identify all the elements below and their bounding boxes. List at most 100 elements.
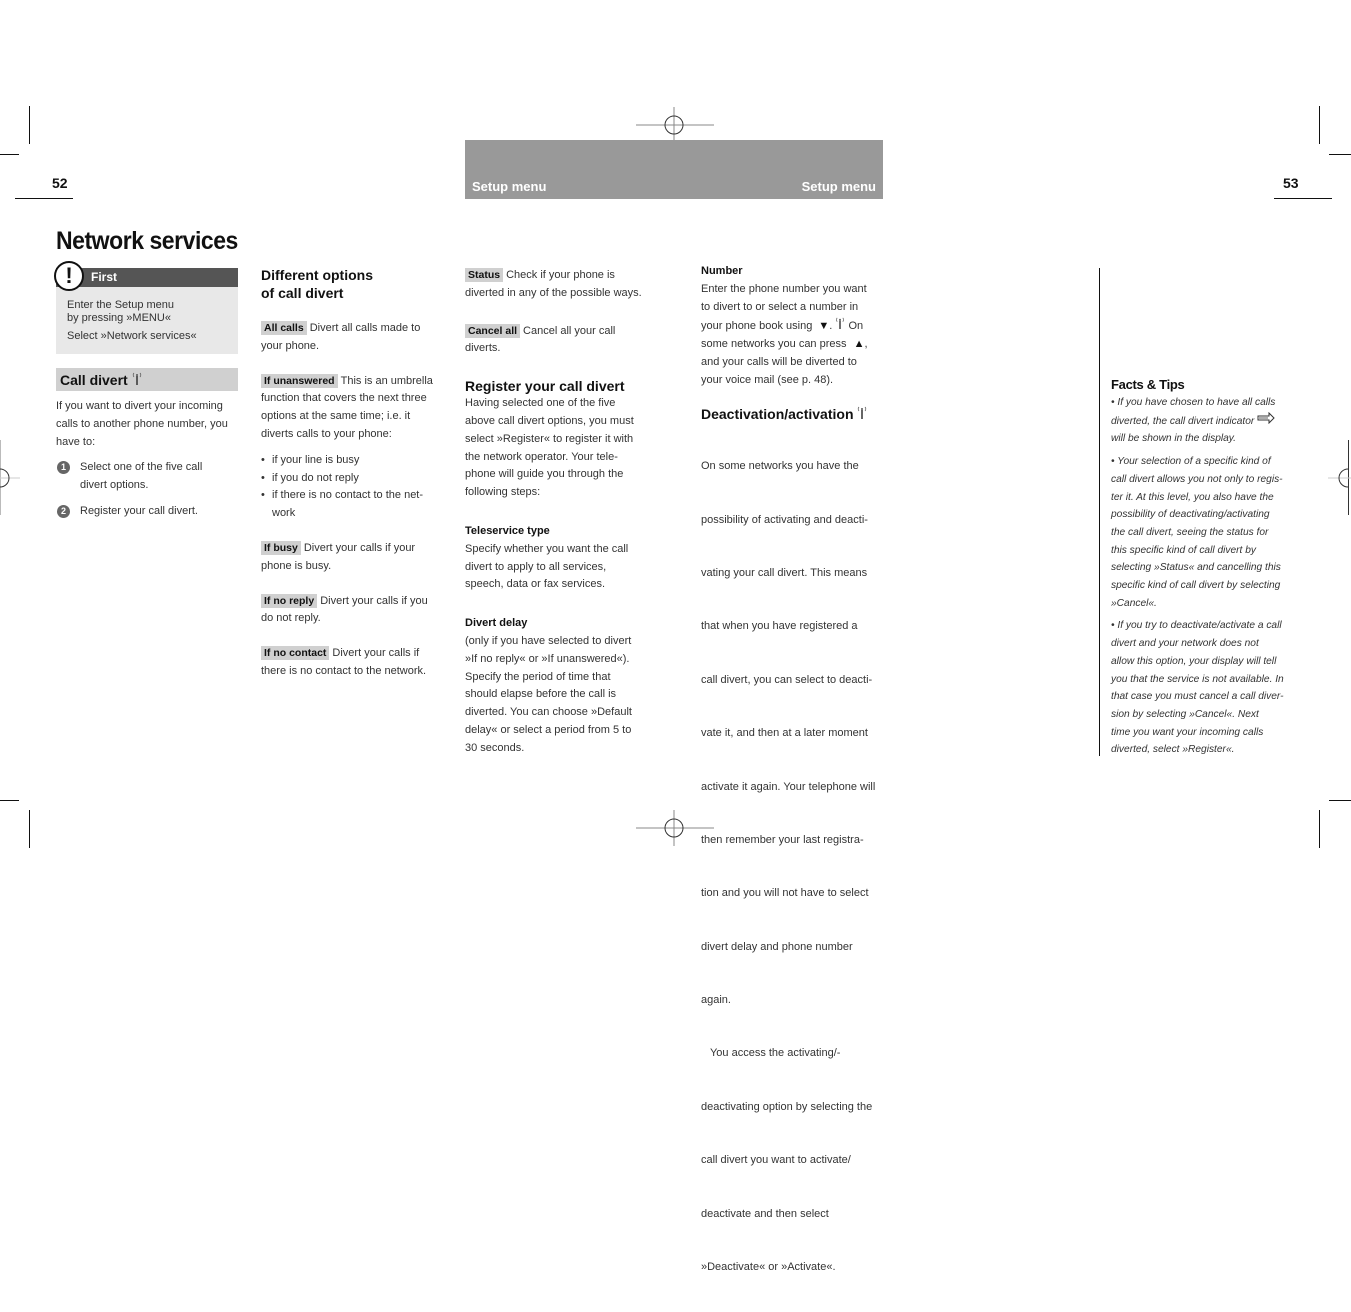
text-line: that when you have registered a	[701, 620, 858, 633]
option-text: phone is busy.	[261, 559, 332, 572]
crop-mark	[0, 800, 19, 801]
text-line: 30 seconds.	[465, 741, 525, 754]
text-line: Enter the phone number you want	[701, 282, 867, 295]
option-text: do not reply.	[261, 612, 321, 625]
text-fragment: your phone book using	[701, 320, 813, 333]
crop-mark	[15, 198, 73, 199]
crop-mark	[1319, 810, 1320, 848]
number-heading: Number	[701, 265, 743, 277]
tip-1: • If you have chosen to have all calls d…	[1111, 394, 1301, 448]
bullet-text: if there is no contact to the net-	[272, 489, 424, 502]
text-line: to divert to or select a number in	[701, 300, 859, 313]
tip-line: allow this option, your display will tel…	[1111, 655, 1277, 667]
options-heading: Different options of call divert	[261, 266, 446, 302]
text-line: the network operator. Your tele-	[465, 450, 618, 463]
option-all-calls: All calls Divert all calls made to your p…	[261, 320, 446, 356]
intro-line: have to:	[56, 435, 96, 448]
deactivation-body: On some networks you have the possibilit…	[701, 423, 891, 1312]
tip-line: divert and your network does not	[1111, 638, 1259, 650]
crop-mark	[0, 154, 19, 155]
crop-mark	[1274, 198, 1332, 199]
option-text: Divert your calls if your	[303, 541, 416, 554]
text-line: activate it again. Your telephone will	[701, 780, 876, 793]
register-heading: Register your call divert	[465, 378, 625, 395]
tip-line: selecting »Status« and cancelling this	[1111, 562, 1281, 574]
step-1: 1 Select one of the five call divert opt…	[56, 459, 246, 495]
text-line: above call divert options, you must	[465, 414, 634, 427]
call-divert-indicator-icon	[1257, 411, 1275, 427]
option-if-no-reply: If no reply Divert your calls if you do n…	[261, 593, 446, 629]
text-line: vating your call divert. This means	[701, 566, 868, 579]
section-header-bar: Setup menu Setup menu	[465, 140, 883, 199]
option-text: options at the same time; i.e. it	[261, 410, 411, 423]
text-line: phone will guide you through the	[465, 468, 624, 481]
tip-line: that case you must cancel a call diver-	[1111, 691, 1284, 703]
option-text: diverts calls to your phone:	[261, 427, 392, 440]
text-line: delay« or select a period from 5 to	[465, 723, 632, 736]
crop-mark	[29, 106, 30, 144]
option-text: Divert your calls if	[332, 647, 420, 660]
text-fragment: some networks you can press	[701, 338, 847, 351]
option-if-no-contact: If no contact Divert your calls if there …	[261, 645, 446, 681]
call-divert-heading-text: Call divert	[60, 372, 128, 388]
text-line: some networks you can press ▲,	[701, 336, 891, 354]
option-tag: All calls	[261, 321, 307, 335]
text-line: »Deactivate« or »Activate«.	[701, 1261, 836, 1274]
header-right-label: Setup menu	[801, 179, 876, 194]
header-left-label: Setup menu	[472, 179, 547, 194]
number-column: Number Enter the phone number you want t…	[701, 263, 891, 1312]
tip-line: this specific kind of call divert by	[1111, 544, 1256, 556]
option-if-busy: If busy Divert your calls if your phone i…	[261, 540, 446, 576]
options-column: Different options of call divert All cal…	[261, 266, 446, 681]
text-line: diverted. You can choose »Default	[465, 706, 632, 719]
text-line: divert to apply to all services,	[465, 560, 607, 573]
facts-and-tips: Facts & Tips • If you have chosen to hav…	[1111, 377, 1301, 764]
option-tag: If unanswered	[261, 373, 338, 388]
options-heading-line: Different options	[261, 267, 373, 283]
bullet-item: if there is no contact to the net-work	[261, 487, 446, 523]
tip-line: you that the service is not available. I…	[1111, 673, 1284, 685]
page-number-left: 52	[52, 175, 68, 191]
text-line: call divert, you can select to deacti-	[701, 673, 873, 686]
register-column: Status Check if your phone is diverted in…	[465, 267, 655, 758]
bullet-item: if you do not reply	[261, 470, 446, 488]
option-text: there is no contact to the network.	[261, 664, 427, 677]
option-text: Divert your calls if you	[320, 594, 428, 607]
text-line: deactivate and then select	[701, 1207, 829, 1220]
option-tag: If busy	[261, 540, 301, 555]
tip-line: »Cancel«.	[1111, 597, 1157, 609]
option-text: This is an umbrella	[340, 374, 433, 387]
text-line: tion and you will not have to select	[701, 887, 869, 900]
call-divert-heading: Call divert	[60, 371, 142, 388]
option-cancel-all: Cancel all Cancel all your call diverts.	[465, 323, 655, 359]
option-text: Divert all calls made to	[309, 322, 421, 334]
crop-mark	[29, 810, 30, 848]
deactivation-heading-text: Deactivation/activation	[701, 405, 854, 422]
intro-line: calls to another phone number, you	[56, 417, 228, 430]
crop-mark	[1319, 106, 1320, 144]
tip-line: • If you have chosen to have all calls	[1111, 397, 1276, 408]
text-fragment: On	[848, 320, 864, 333]
text-line: deactivating option by selecting the	[701, 1100, 873, 1113]
text-line: You access the activating/-	[701, 1047, 841, 1060]
down-arrow-key-icon: ▼	[818, 320, 830, 333]
first-box-line: Enter the Setup menu	[67, 299, 175, 311]
tip-2: • Your selection of a specific kind of c…	[1111, 453, 1301, 612]
tip-line: diverted, the call divert indicator	[1111, 411, 1301, 431]
antenna-icon	[835, 318, 845, 332]
text-line: On some networks you have the	[701, 460, 859, 473]
tip-3: • If you try to deactivate/activate a ca…	[1111, 617, 1301, 759]
page-title: Network services	[56, 227, 238, 255]
registration-mark-right	[1328, 466, 1351, 490]
tip-text: diverted, the call divert indicator	[1111, 415, 1255, 427]
option-text: diverted in any of the possible ways.	[465, 286, 642, 299]
text-line: following steps:	[465, 486, 541, 499]
tip-line: diverted, select »Register«.	[1111, 744, 1235, 756]
text-line: Having selected one of the five	[465, 397, 616, 410]
tip-line: call divert allows you not only to regis…	[1111, 473, 1283, 485]
text-line: select »Register« to register it with	[465, 432, 634, 445]
tip-line: sion by selecting »Cancel«. Next	[1111, 708, 1259, 720]
teleservice-heading: Teleservice type	[465, 524, 550, 537]
option-tag: If no reply	[261, 593, 318, 608]
text-line: speech, data or fax services.	[465, 578, 606, 591]
